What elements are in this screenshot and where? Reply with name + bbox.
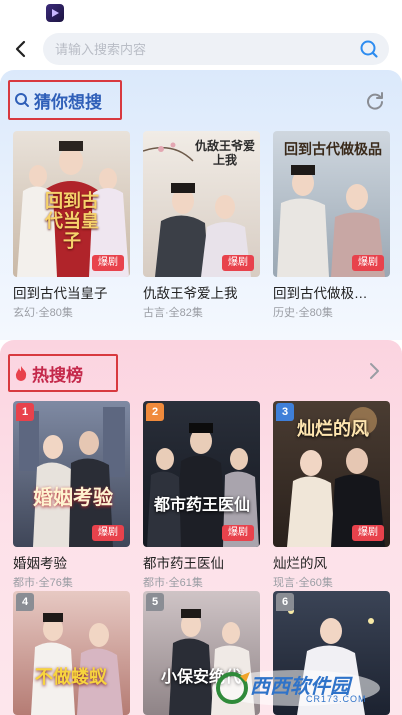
guess-section-header: 猜你想搜: [8, 80, 122, 120]
flame-icon: [15, 366, 27, 381]
drama-cover-text: 不做蝼蚁: [35, 667, 107, 687]
status-bar: [0, 0, 402, 26]
drama-cover-text: 灿烂的风: [297, 419, 369, 439]
drama-card[interactable]: 回到古代当皇子 爆剧 回到古代当皇子 玄幻·全80集: [13, 131, 130, 320]
drama-cover-text: 都市药王医仙: [153, 497, 250, 514]
drama-cover: 回到古代做极品 爆剧: [273, 131, 390, 277]
watermark-logo: 西西软件园 CR173.COM: [210, 668, 382, 708]
chevron-right-icon[interactable]: [366, 361, 382, 381]
drama-card[interactable]: 仇敌王爷爱上我 爆剧 仇敌王爷爱上我 古言·全82集: [143, 131, 260, 320]
drama-cover-text: 婚姻考验: [33, 487, 113, 509]
hot-section-title: 热搜榜: [32, 365, 83, 385]
hot-section-header: 热搜榜: [8, 354, 118, 392]
drama-title: 都市药王医仙: [143, 556, 224, 571]
drama-episodes: 全76集: [38, 577, 73, 589]
guess-section: 猜你想搜 回到古代当皇子 爆剧 回到古代当皇子 玄幻·全80集 仇敌王爷爱上我 …: [0, 70, 402, 340]
drama-meta: 古言·全82集: [143, 307, 203, 319]
drama-genre: 都市: [143, 577, 165, 589]
drama-episodes: 全61集: [168, 577, 203, 589]
hot-badge: 爆剧: [92, 255, 124, 271]
drama-cover-text: 回到古代当皇子: [45, 191, 99, 251]
drama-cover: 1 婚姻考验 爆剧: [13, 401, 130, 547]
drama-cover: 3 灿烂的风 爆剧: [273, 401, 390, 547]
drama-card[interactable]: 回到古代做极品 爆剧 回到古代做极… 历史·全80集: [273, 131, 390, 320]
drama-cover: 4 不做蝼蚁: [13, 591, 130, 715]
hot-badge: 爆剧: [352, 525, 384, 541]
hot-badge: 爆剧: [222, 255, 254, 271]
drama-meta: 都市·全61集: [143, 577, 203, 589]
refresh-icon[interactable]: [364, 90, 386, 112]
drama-meta: 玄幻·全80集: [13, 307, 73, 319]
search-box[interactable]: [43, 33, 389, 65]
rank-badge: 4: [16, 593, 34, 611]
hot-badge: 爆剧: [92, 525, 124, 541]
drama-episodes: 全80集: [38, 307, 73, 319]
drama-cover-text: 回到古代做极品: [284, 143, 382, 158]
drama-episodes: 全82集: [168, 307, 203, 319]
hot-badge: 爆剧: [352, 255, 384, 271]
drama-card[interactable]: 4 不做蝼蚁: [13, 591, 130, 715]
drama-title: 回到古代做极…: [273, 286, 368, 301]
rank-badge: 2: [146, 403, 164, 421]
drama-cover: 2 都市药王医仙 爆剧: [143, 401, 260, 547]
back-arrow-icon: [15, 40, 26, 58]
drama-genre: 都市: [13, 577, 35, 589]
drama-card[interactable]: 1 婚姻考验 爆剧 婚姻考验 都市·全76集: [13, 401, 130, 590]
drama-meta: 都市·全76集: [13, 577, 73, 589]
hot-badge: 爆剧: [222, 525, 254, 541]
app-notification-icon: [46, 4, 64, 22]
top-bar: [0, 30, 402, 68]
drama-card[interactable]: 3 灿烂的风 爆剧 灿烂的风 现言·全60集: [273, 401, 390, 590]
search-icon: [15, 93, 29, 107]
drama-title: 灿烂的风: [273, 556, 327, 571]
drama-card[interactable]: 2 都市药王医仙 爆剧 都市药王医仙 都市·全61集: [143, 401, 260, 590]
drama-title: 婚姻考验: [13, 556, 67, 571]
back-button[interactable]: [6, 34, 34, 64]
drama-genre: 古言: [143, 307, 165, 319]
drama-episodes: 全80集: [298, 307, 333, 319]
drama-episodes: 全60集: [298, 577, 333, 589]
drama-genre: 现言: [273, 577, 295, 589]
search-input[interactable]: [55, 33, 345, 65]
rank-badge: 1: [16, 403, 34, 421]
rank-badge: 5: [146, 593, 164, 611]
drama-cover: 仇敌王爷爱上我 爆剧: [143, 131, 260, 277]
drama-meta: 现言·全60集: [273, 577, 333, 589]
drama-genre: 历史: [273, 307, 295, 319]
drama-cover-text: 仇敌王爷爱上我: [195, 139, 256, 167]
drama-cover: 回到古代当皇子 爆剧: [13, 131, 130, 277]
watermark-url: CR173.COM: [306, 694, 367, 704]
drama-title: 回到古代当皇子: [13, 286, 108, 301]
guess-section-title: 猜你想搜: [34, 92, 102, 112]
hot-section: 热搜榜 1 婚姻考验 爆剧 婚姻考验 都市·全76集 2 都市药王医仙 爆剧 都…: [0, 340, 402, 715]
drama-title: 仇敌王爷爱上我: [143, 286, 238, 301]
search-icon[interactable]: [359, 39, 379, 59]
drama-meta: 历史·全80集: [273, 307, 333, 319]
drama-genre: 玄幻: [13, 307, 35, 319]
rank-badge: 6: [276, 593, 294, 611]
